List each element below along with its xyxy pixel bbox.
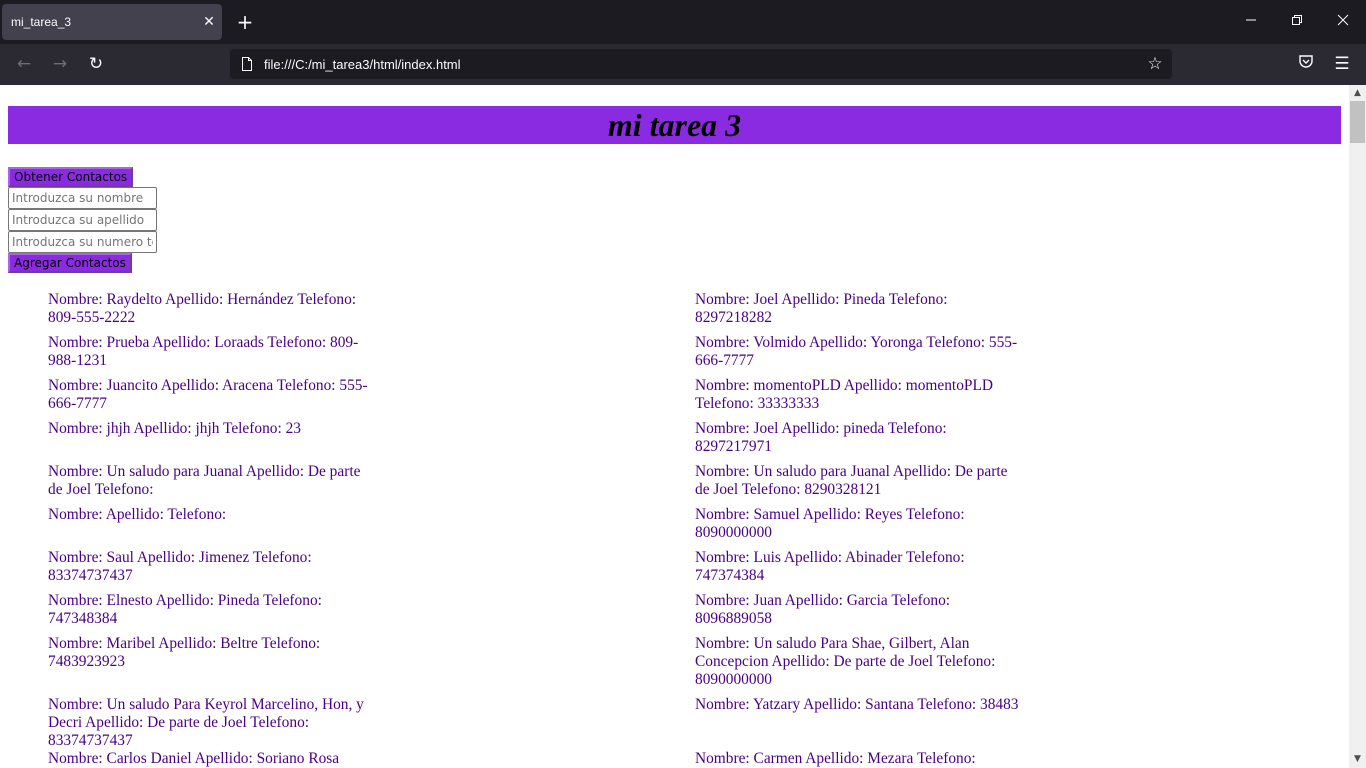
contact-item: Nombre: Samuel Apellido: Reyes Telefono:… [695, 506, 965, 541]
reload-icon[interactable]: ↻ [84, 52, 108, 76]
contact-item: Nombre: jhjh Apellido: jhjh Telefono: 23 [48, 420, 301, 437]
page-scrollbar[interactable]: ▲ ▼ [1349, 85, 1366, 768]
lastname-input[interactable] [8, 209, 157, 231]
menu-icon[interactable]: ☰ [1330, 52, 1354, 76]
contact-item: Nombre: Joel Apellido: Pineda Telefono: … [695, 291, 948, 326]
forward-icon[interactable]: → [48, 52, 72, 76]
scroll-down-icon[interactable]: ▼ [1349, 751, 1366, 768]
bookmark-star-icon[interactable]: ☆ [1144, 53, 1166, 75]
contact-item: Nombre: Un saludo para Juanal Apellido: … [48, 463, 361, 498]
scroll-up-icon[interactable]: ▲ [1349, 85, 1366, 102]
add-contacts-button[interactable]: Agregar Contactos [8, 253, 132, 273]
contact-item: Nombre: Raydelto Apellido: Hernández Tel… [48, 291, 357, 326]
contact-item: Nombre: Un saludo para Juanal Apellido: … [695, 463, 1008, 498]
contact-item: Nombre: Luis Apellido: Abinader Telefono… [695, 549, 965, 584]
page-viewport: mi tarea 3 Obtener Contactos Agregar Con… [0, 85, 1349, 768]
nav-bar: ← → ↻ file:///C:/mi_tarea3/html/index.ht… [0, 44, 1366, 85]
scroll-thumb[interactable] [1350, 101, 1365, 143]
page-header: mi tarea 3 [8, 106, 1341, 144]
minimize-icon[interactable] [1239, 10, 1263, 34]
contact-item: Nombre: Juan Apellido: Garcia Telefono: … [695, 592, 951, 627]
contact-item: Nombre: Un saludo Para Keyrol Marcelino,… [48, 696, 364, 749]
contact-item: Nombre: Yatzary Apellido: Santana Telefo… [695, 696, 1019, 713]
url-text: file:///C:/mi_tarea3/html/index.html [264, 57, 461, 72]
tab-active[interactable]: mi_tarea_3 ✕ [2, 4, 222, 40]
contact-item: Nombre: Apellido: Telefono: [48, 506, 227, 523]
contact-item: Nombre: Volmido Apellido: Yoronga Telefo… [695, 334, 1018, 369]
contact-item: Nombre: Maribel Apellido: Beltre Telefon… [48, 635, 321, 670]
contact-item: Nombre: Carlos Daniel Apellido: Soriano … [48, 750, 340, 767]
back-icon[interactable]: ← [12, 52, 36, 76]
page-title: mi tarea 3 [607, 107, 742, 143]
tab-close-icon[interactable]: ✕ [200, 13, 218, 31]
contact-item: Nombre: Un saludo Para Shae, Gilbert, Al… [695, 635, 996, 688]
page-icon [242, 57, 252, 71]
contact-item: Nombre: Joel Apellido: pineda Telefono: … [695, 420, 947, 455]
contact-item: Nombre: momentoPLD Apellido: momentoPLD … [695, 377, 993, 412]
name-input[interactable] [8, 187, 157, 209]
close-window-icon[interactable] [1331, 10, 1355, 34]
new-tab-icon[interactable]: + [234, 11, 256, 33]
get-contacts-button[interactable]: Obtener Contactos [8, 167, 134, 187]
contact-form: Obtener Contactos Agregar Contactos [8, 167, 208, 273]
contact-item: Nombre: Carmen Apellido: Mezara Telefono… [695, 750, 976, 767]
contact-item: Nombre: Saul Apellido: Jimenez Telefono:… [48, 549, 312, 584]
address-bar[interactable]: file:///C:/mi_tarea3/html/index.html ☆ [230, 49, 1172, 79]
restore-icon[interactable] [1285, 10, 1309, 34]
phone-input[interactable] [8, 231, 157, 253]
contact-item: Nombre: Juancito Apellido: Aracena Telef… [48, 377, 368, 412]
contact-item: Nombre: Prueba Apellido: Loraads Telefon… [48, 334, 359, 369]
tab-title: mi_tarea_3 [11, 15, 72, 29]
pocket-icon[interactable] [1294, 52, 1318, 76]
contact-item: Nombre: Elnesto Apellido: Pineda Telefon… [48, 592, 322, 627]
tab-bar: mi_tarea_3 ✕ + [0, 0, 1366, 44]
